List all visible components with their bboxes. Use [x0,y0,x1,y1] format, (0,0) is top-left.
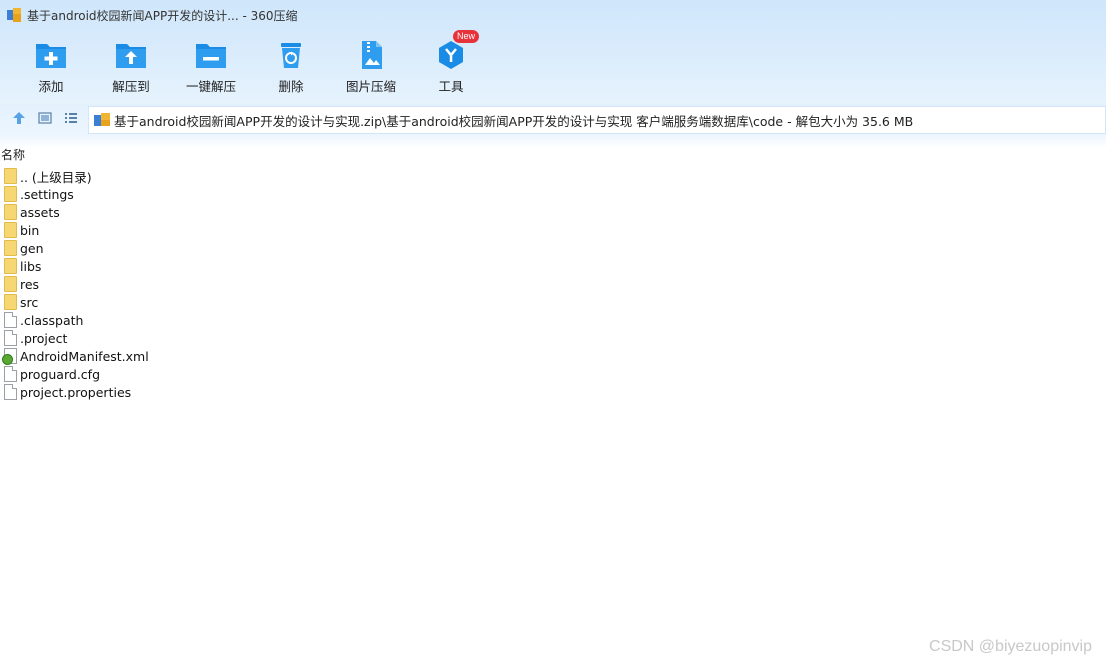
xml-file-icon [2,348,17,365]
app-logo-icon [7,8,21,22]
add-label: 添加 [38,79,64,94]
zip-archive-icon [94,113,110,127]
window-title-bar: 基于android校园新闻APP开发的设计... - 360压缩 [7,5,298,25]
file-name: .. (上级目录) [20,169,92,185]
up-level-button[interactable] [10,110,28,128]
file-name: src [20,294,39,310]
address-row: 基于android校园新闻APP开发的设计与实现.zip\基于android校园… [0,104,1106,136]
list-item[interactable]: AndroidManifest.xml [0,347,400,365]
file-icon [4,366,17,382]
folder-icon [4,258,17,274]
extract-to-icon [114,38,148,72]
column-header-name[interactable]: 名称 [0,144,1106,162]
folder-icon [4,294,17,310]
list-item[interactable]: .classpath [0,311,400,329]
list-item[interactable]: assets [0,203,400,221]
list-item[interactable]: libs [0,257,400,275]
file-name: gen [20,240,44,256]
list-view-icon [64,111,78,128]
window-title: 基于android校园新闻APP开发的设计... - 360压缩 [27,8,298,23]
file-name: bin [20,222,40,238]
folder-icon [4,168,17,184]
delete-button[interactable]: 删除 [251,32,331,98]
image-compress-label: 图片压缩 [345,79,396,94]
file-name: .project [20,330,68,346]
list-item-parent[interactable]: .. (上级目录) [0,167,400,185]
folder-icon [4,186,17,202]
delete-icon [274,38,308,72]
folder-icon [4,204,17,220]
image-compress-button[interactable]: 图片压缩 [331,32,411,98]
address-path: 基于android校园新闻APP开发的设计与实现.zip\基于android校园… [114,113,914,129]
file-name: AndroidManifest.xml [20,348,149,364]
file-list: .. (上级目录) .settings assets bin gen libs … [0,167,400,401]
file-name: assets [20,204,60,220]
image-compress-icon [354,38,388,72]
delete-label: 删除 [278,79,304,94]
list-item[interactable]: proguard.cfg [0,365,400,383]
folder-icon [4,276,17,292]
file-icon [4,384,17,400]
file-name: proguard.cfg [20,366,100,382]
add-icon [34,38,68,72]
one-click-extract-icon [194,38,228,72]
tools-button[interactable]: New 工具 [411,30,491,98]
title-toolbar-area: 基于android校园新闻APP开发的设计... - 360压缩 添加 解压到 … [0,0,1106,104]
list-view-button[interactable] [62,110,80,128]
file-name: .classpath [20,312,84,328]
list-item[interactable]: .project [0,329,400,347]
column-header-label: 名称 [1,148,26,162]
folder-icon [4,240,17,256]
extract-to-label: 解压到 [112,79,150,94]
one-click-extract-button[interactable]: 一键解压 [171,32,251,98]
file-icon [4,330,17,346]
file-name: .settings [20,186,74,202]
list-item[interactable]: bin [0,221,400,239]
list-item[interactable]: .settings [0,185,400,203]
add-button[interactable]: 添加 [11,32,91,98]
tools-icon [434,38,468,72]
thumbnail-view-icon [38,111,52,128]
file-icon [4,312,17,328]
list-item[interactable]: gen [0,239,400,257]
tools-label: 工具 [438,79,464,94]
folder-icon [4,222,17,238]
extract-to-button[interactable]: 解压到 [91,32,171,98]
list-item[interactable]: project.properties [0,383,400,401]
file-name: res [20,276,40,292]
list-item[interactable]: res [0,275,400,293]
file-name: project.properties [20,384,132,400]
list-item[interactable]: src [0,293,400,311]
watermark: CSDN @biyezuopinvip [929,638,1092,655]
one-click-extract-label: 一键解压 [185,79,236,94]
file-name: libs [20,258,42,274]
thumbnail-view-button[interactable] [36,110,54,128]
address-bar[interactable]: 基于android校园新闻APP开发的设计与实现.zip\基于android校园… [88,106,1106,134]
new-badge: New [453,30,479,43]
arrow-up-icon [12,111,26,128]
